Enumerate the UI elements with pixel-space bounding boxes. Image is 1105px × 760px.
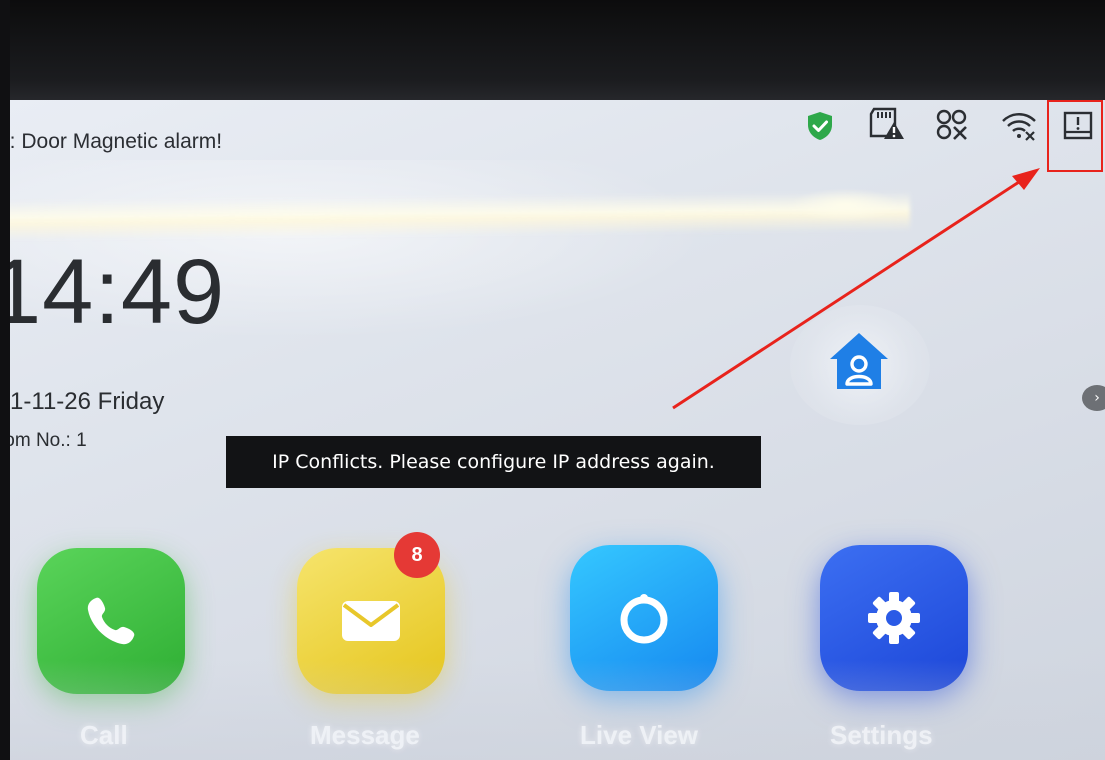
annotation-arrow [672, 168, 1040, 410]
